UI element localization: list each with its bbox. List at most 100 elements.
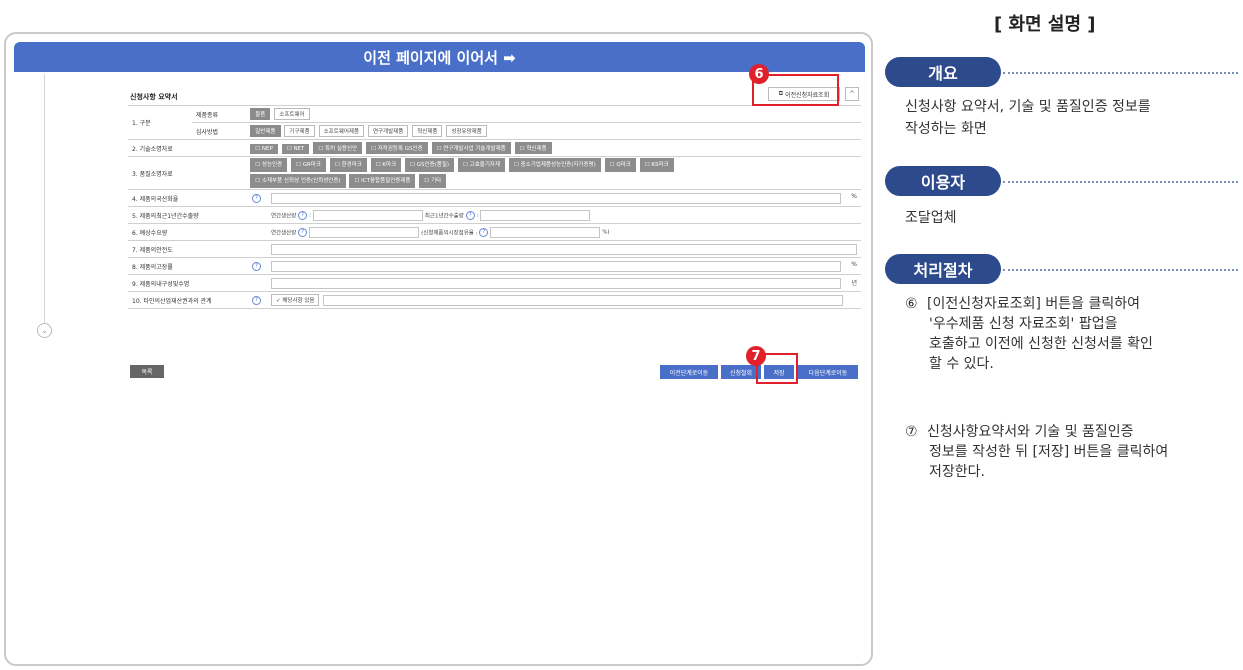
help-icon[interactable]: ? xyxy=(479,227,489,237)
overview-pill: 개요 xyxy=(885,57,1001,87)
step-number: ⑥ xyxy=(905,296,918,312)
row-label: 10. 타인의산업재산권과의 관계 xyxy=(128,291,247,309)
row-sublabel: 제품종류 xyxy=(191,105,247,123)
prev-step-button[interactable]: 이전단계로이동 xyxy=(660,365,718,379)
tech-option[interactable]: ☐ 특허 실용신안 xyxy=(313,142,363,154)
field-label: 연간생산량 xyxy=(271,213,297,219)
table-row: 10. 타인의산업재산권과의 관계 ? ✓ 해당사항 있음 xyxy=(128,291,861,309)
step-marker-7: 7 xyxy=(746,346,766,366)
row-label: 3. 품질소명자료 xyxy=(128,156,247,190)
durability-input[interactable] xyxy=(271,277,841,289)
review-option[interactable]: 기구제품 xyxy=(284,125,315,137)
ip-relation-checkbox[interactable]: ✓ 해당사항 있음 xyxy=(271,294,320,306)
help-icon[interactable]: ? xyxy=(252,261,262,271)
step-7-text: ⑦ 신청사항요약서와 기술 및 품질인증 정보를 작성한 뒤 [저장] 버튼을 클… xyxy=(905,422,1240,482)
step-line: [이전신청자료조회] 버튼을 클릭하여 xyxy=(927,296,1141,312)
user-text: 조달업체 xyxy=(905,210,957,226)
export-volume-input[interactable] xyxy=(480,209,591,221)
tech-option[interactable]: ☐ 혁신제품 xyxy=(514,142,552,154)
field-label: 연간생산량 xyxy=(271,230,297,236)
review-option[interactable]: 성장유망제품 xyxy=(446,125,487,137)
timeline-line xyxy=(44,74,45,324)
overview-text: 신청사항 요약서, 기술 및 품질인증 정보를 작성하는 화면 xyxy=(905,96,1151,140)
ip-relation-input[interactable] xyxy=(323,295,844,306)
list-button[interactable]: 목록 xyxy=(130,365,164,378)
row-label: 7. 제품의안전도 xyxy=(128,240,267,258)
field-label: (신청제품의시장점유율 : xyxy=(421,230,478,236)
timeline-toggle-icon[interactable]: ⌄ xyxy=(37,323,52,338)
quality-option[interactable]: ☐ 소재부품 신뢰성 인증(신뢰성인증) xyxy=(250,174,346,188)
table-row: 심사방법 일반제품 기구제품 소프트웨어제품 연구개발제품 혁신제품 성장유망제… xyxy=(128,122,861,140)
market-share-input[interactable] xyxy=(490,226,601,238)
quality-option[interactable]: ☐ 성능인증 xyxy=(250,158,288,172)
failure-rate-input[interactable] xyxy=(271,260,841,272)
row-label: 5. 제품의최근1년간수출량 xyxy=(128,206,267,224)
tech-option[interactable]: ☐ 저작권등록 GS인증 xyxy=(366,142,428,154)
table-row: 4. 제품의국산화율 ? % xyxy=(128,189,861,207)
help-icon[interactable]: ? xyxy=(252,295,262,305)
product-type-software[interactable]: 소프트웨어 xyxy=(274,108,310,120)
collapse-button[interactable]: ^ xyxy=(845,87,859,101)
step-line: 신청사항요약서와 기술 및 품질인증 xyxy=(927,424,1134,440)
help-icon[interactable]: ? xyxy=(298,210,308,220)
help-icon[interactable]: ? xyxy=(252,193,262,203)
quality-option[interactable]: ☐ Q마크 xyxy=(604,158,636,172)
step-6-text: ⑥ [이전신청자료조회] 버튼을 클릭하여 '우수제품 신청 자료조회' 팝업을 … xyxy=(905,294,1240,374)
screenshot-frame: 이전 페이지에 이어서 ➡ ⌄ 신청사항 요약서 ⧉ 이전신청자료조회 ^ 1.… xyxy=(4,32,873,666)
safety-input[interactable] xyxy=(271,243,857,255)
quality-option[interactable]: ☐ 중소기업제품성능인증(자가증명) xyxy=(508,158,601,172)
dotted-divider xyxy=(1003,269,1238,271)
quality-option[interactable]: ☐ GR마크 xyxy=(291,158,326,172)
overview-line: 작성하는 화면 xyxy=(905,121,987,137)
review-option[interactable]: 연구개발제품 xyxy=(367,125,409,137)
step-line: 저장한다. xyxy=(929,464,985,480)
panel-title: [ 화면 설명 ] xyxy=(994,14,1096,35)
colon-label: : xyxy=(309,212,312,218)
step-line: '우수제품 신청 자료조회' 팝업을 xyxy=(929,316,1118,332)
review-option[interactable]: 일반제품 xyxy=(250,125,281,137)
row-label: 9. 제품의내구성및수명 xyxy=(128,274,267,292)
tech-option[interactable]: ☐ NEP xyxy=(250,144,278,154)
expected-demand-input[interactable] xyxy=(309,226,420,238)
quality-option[interactable]: ☐ ICT융합품질인증제품 xyxy=(349,174,416,188)
unit-label: 년 xyxy=(851,279,857,287)
unit-label: %) xyxy=(602,229,610,235)
step-line: 호출하고 이전에 신청한 신청서를 확인 xyxy=(929,336,1153,352)
quality-option[interactable]: ☐ 고효율기자재 xyxy=(457,158,506,172)
table-row: 6. 예상수요량 연간생산량 ? (신청제품의시장점유율 : ? %) xyxy=(128,223,861,241)
product-type-goods[interactable]: 물품 xyxy=(250,108,271,120)
dotted-divider xyxy=(1003,181,1238,183)
review-option[interactable]: 혁신제품 xyxy=(412,125,443,137)
step-line: 할 수 있다. xyxy=(929,356,994,372)
row-label: 4. 제품의국산화율 xyxy=(128,189,247,207)
quality-option[interactable]: ☐ GS인증(품질) xyxy=(405,158,455,172)
field-label: 최근1년간수출량 xyxy=(424,213,464,219)
withdraw-button[interactable]: 신청철회 xyxy=(721,365,761,379)
annual-production-input[interactable] xyxy=(312,209,423,221)
overview-line: 신청사항 요약서, 기술 및 품질인증 정보를 xyxy=(905,99,1151,115)
next-step-button[interactable]: 다음단계로이동 xyxy=(798,365,858,379)
table-row: 8. 제품의고장률 ? % xyxy=(128,257,861,275)
continuation-banner: 이전 페이지에 이어서 ➡ xyxy=(14,42,865,72)
quality-option[interactable]: ☐ 기타 xyxy=(419,174,447,188)
table-row: 1. 구분 제품종류 물품 소프트웨어 xyxy=(128,105,861,140)
help-icon[interactable]: ? xyxy=(465,210,475,220)
quality-option[interactable]: ☐ 환경마크 xyxy=(329,158,367,172)
row-label: 2. 기술소명자료 xyxy=(128,139,247,157)
tech-option[interactable]: ☐ 연구개발사업 기술개발제품 xyxy=(431,142,511,154)
localization-rate-input[interactable] xyxy=(271,192,841,204)
row-label: 8. 제품의고장률 xyxy=(128,257,247,275)
colon-label: : xyxy=(476,212,479,218)
review-option[interactable]: 소프트웨어제품 xyxy=(318,125,365,137)
user-pill: 이용자 xyxy=(885,166,1001,196)
help-icon[interactable]: ? xyxy=(298,227,308,237)
step-number: ⑦ xyxy=(905,424,918,440)
table-row: 5. 제품의최근1년간수출량 연간생산량 ? : 최근1년간수출량 ? : xyxy=(128,206,861,224)
tech-option[interactable]: ☐ NET xyxy=(281,144,310,154)
unit-label: % xyxy=(851,260,857,268)
quality-option[interactable]: ☐ K마크 xyxy=(370,158,402,172)
quality-option[interactable]: ☐ KS마크 xyxy=(639,158,674,172)
section-title: 신청사항 요약서 xyxy=(130,93,178,101)
step-line: 정보를 작성한 뒤 [저장] 버튼을 클릭하여 xyxy=(929,444,1169,460)
row-label: 6. 예상수요량 xyxy=(128,223,267,241)
